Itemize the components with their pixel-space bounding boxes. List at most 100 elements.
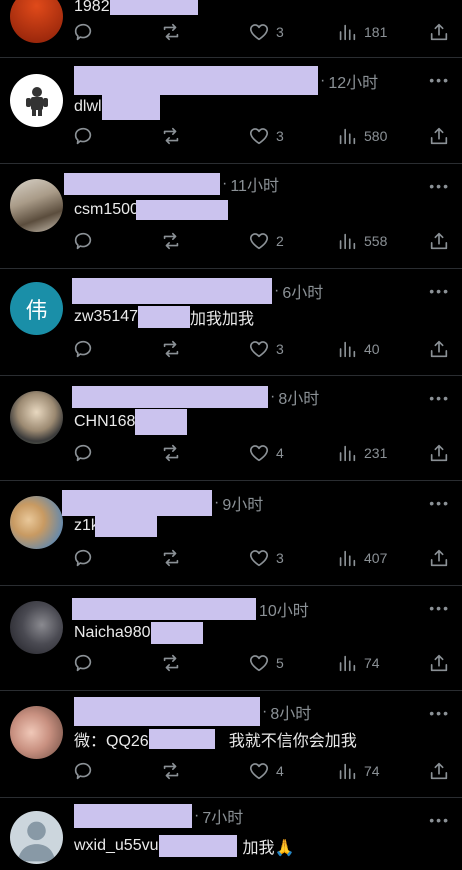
share-icon: [430, 232, 448, 250]
share-button[interactable]: [428, 230, 450, 252]
post[interactable]: · 8小时 ••• CHN168 4 231: [0, 376, 462, 481]
post-time: 8小时: [278, 391, 320, 408]
like-button[interactable]: 3: [248, 125, 284, 147]
redaction-block: [150, 622, 203, 644]
like-button[interactable]: 5: [248, 652, 284, 674]
like-button[interactable]: 2: [248, 230, 284, 252]
view-count: 407: [364, 550, 388, 566]
post-header: · 12小时: [74, 66, 378, 95]
more-options-button[interactable]: •••: [429, 390, 450, 406]
retweet-button[interactable]: [160, 230, 182, 252]
post[interactable]: 伟 · 6小时 ••• zw35147 加我加我 3 40: [0, 269, 462, 376]
heart-icon: [249, 128, 269, 145]
avatar[interactable]: [10, 391, 63, 444]
share-icon: [430, 23, 448, 41]
reply-icon: [74, 127, 92, 145]
reply-button[interactable]: [72, 125, 94, 147]
reply-icon: [74, 232, 92, 250]
avatar[interactable]: [10, 74, 63, 127]
redaction-block: [101, 94, 160, 120]
retweet-button[interactable]: [160, 760, 182, 782]
separator-dot: ·: [320, 71, 326, 89]
post[interactable]: · 12小时 ••• dlwl 3 580: [0, 58, 462, 164]
avatar[interactable]: [10, 496, 63, 549]
retweet-icon: [163, 444, 179, 462]
redaction-block: [74, 804, 192, 828]
post-text: CHN168: [74, 413, 136, 430]
post[interactable]: · 9小时 ••• z1k 3 407: [0, 481, 462, 586]
more-options-button[interactable]: •••: [429, 283, 450, 299]
reply-button[interactable]: [72, 547, 94, 569]
views-button[interactable]: 407: [336, 547, 387, 569]
retweet-button[interactable]: [160, 338, 182, 360]
like-button[interactable]: 4: [248, 760, 284, 782]
share-button[interactable]: [428, 21, 450, 43]
retweet-icon: [163, 762, 179, 780]
post[interactable]: 10小时 ••• Naicha980 5 74: [0, 586, 462, 691]
more-options-button[interactable]: •••: [429, 705, 450, 721]
reply-button[interactable]: [72, 338, 94, 360]
post[interactable]: 1982 3 181: [0, 0, 462, 58]
share-button[interactable]: [428, 125, 450, 147]
redaction-block: [74, 697, 260, 726]
avatar[interactable]: [10, 706, 63, 759]
reply-button[interactable]: [72, 760, 94, 782]
view-count: 40: [364, 341, 380, 357]
retweet-button[interactable]: [160, 125, 182, 147]
more-options-button[interactable]: •••: [429, 72, 450, 88]
views-button[interactable]: 40: [336, 338, 380, 360]
share-button[interactable]: [428, 760, 450, 782]
post[interactable]: · 11小时 ••• csm15007 2 558: [0, 164, 462, 269]
view-count: 181: [364, 24, 388, 40]
post[interactable]: · 8小时 ••• 微：QQ26 我就不信你会加我 4 74: [0, 691, 462, 798]
more-options-button[interactable]: •••: [429, 600, 450, 616]
avatar[interactable]: [10, 811, 63, 864]
views-button[interactable]: 580: [336, 125, 387, 147]
views-icon: [339, 24, 356, 41]
post-time: 9小时: [222, 497, 264, 514]
post-actions: 2 558: [72, 230, 452, 254]
avatar[interactable]: 伟: [10, 282, 63, 335]
views-button[interactable]: 74: [336, 760, 380, 782]
reply-button[interactable]: [72, 21, 94, 43]
redaction-block: [64, 173, 220, 195]
post-actions: 4 74: [72, 760, 452, 784]
separator-dot: ·: [270, 388, 276, 405]
post-header: · 7小时: [74, 804, 243, 828]
retweet-button[interactable]: [160, 442, 182, 464]
post[interactable]: · 7小时 ••• wxid_u55vu 加我🙏: [0, 798, 462, 870]
redaction-block: [109, 0, 198, 15]
more-options-button[interactable]: •••: [429, 178, 450, 194]
retweet-button[interactable]: [160, 21, 182, 43]
share-button[interactable]: [428, 442, 450, 464]
post-header: · 6小时: [72, 278, 323, 304]
share-button[interactable]: [428, 547, 450, 569]
retweet-button[interactable]: [160, 652, 182, 674]
reply-button[interactable]: [72, 652, 94, 674]
views-button[interactable]: 558: [336, 230, 387, 252]
redaction-block: [158, 835, 237, 857]
like-button[interactable]: 3: [248, 338, 284, 360]
redaction-block: [72, 386, 268, 408]
like-button[interactable]: 4: [248, 442, 284, 464]
like-button[interactable]: 3: [248, 547, 284, 569]
post-header: · 8小时: [72, 385, 319, 409]
more-options-button[interactable]: •••: [429, 495, 450, 511]
views-button[interactable]: 231: [336, 442, 387, 464]
avatar[interactable]: [10, 179, 63, 232]
post-text: 微：QQ26: [74, 733, 149, 750]
avatar[interactable]: [10, 601, 63, 654]
share-button[interactable]: [428, 652, 450, 674]
reply-button[interactable]: [72, 442, 94, 464]
post-time: 12小时: [328, 74, 379, 92]
views-button[interactable]: 181: [336, 21, 387, 43]
avatar[interactable]: [10, 0, 63, 43]
share-button[interactable]: [428, 338, 450, 360]
heart-icon: [249, 763, 269, 780]
views-button[interactable]: 74: [336, 652, 380, 674]
reply-button[interactable]: [72, 230, 94, 252]
retweet-button[interactable]: [160, 547, 182, 569]
default-avatar-icon: [17, 821, 56, 862]
like-button[interactable]: 3: [248, 21, 284, 43]
more-options-button[interactable]: •••: [429, 812, 450, 828]
